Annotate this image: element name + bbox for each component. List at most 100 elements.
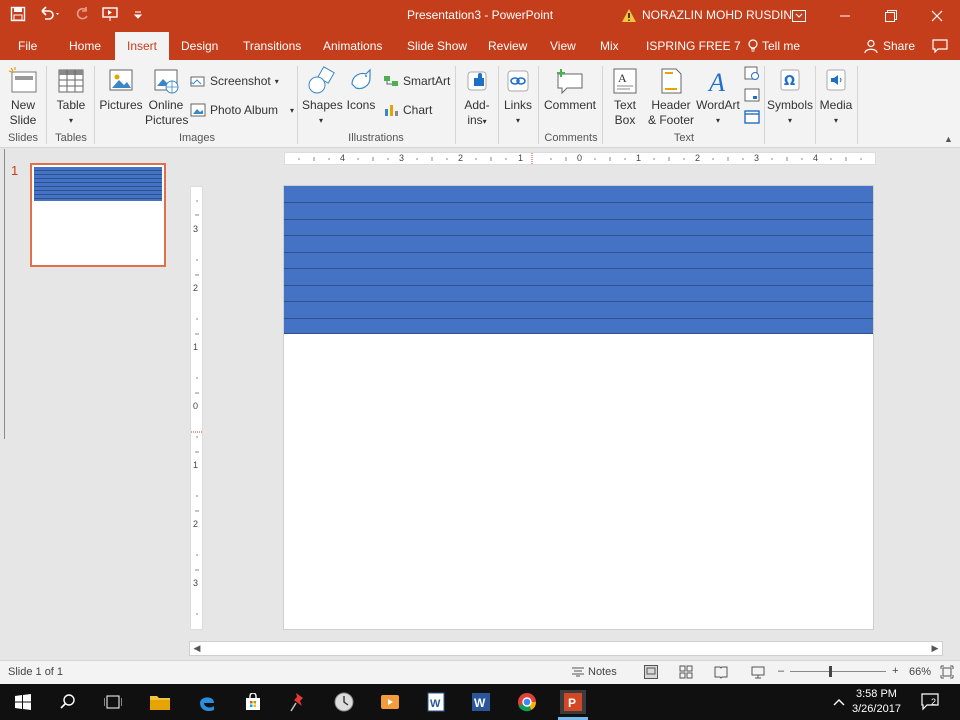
action-center-icon[interactable]: 2 — [918, 690, 944, 714]
media-button[interactable]: Media ▾ — [818, 66, 854, 128]
slide-thumbnail[interactable] — [30, 163, 166, 267]
date-time-button[interactable] — [743, 66, 761, 84]
shapes-button[interactable]: Shapes ▾ — [302, 66, 343, 128]
omega-icon: Ω — [780, 69, 800, 91]
slide-canvas[interactable] — [283, 185, 874, 630]
links-label: Links — [503, 98, 532, 112]
chrome-icon[interactable] — [514, 690, 540, 714]
table-row-divider — [284, 317, 873, 319]
shapes-label: Shapes — [302, 98, 343, 112]
status-bar: Slide 1 of 1 Notes – + 66% — [0, 660, 960, 684]
table-row-divider — [284, 251, 873, 253]
fit-to-window-icon[interactable] — [940, 665, 954, 679]
screenshot-button[interactable]: Screenshot ▾ — [190, 74, 279, 88]
screenshot-label: Screenshot — [210, 74, 271, 88]
ruler-label: 3 — [193, 578, 199, 588]
edge-browser-icon[interactable] — [194, 690, 220, 714]
lightbulb-icon — [748, 39, 758, 52]
zoom-slider[interactable]: – + — [778, 665, 899, 677]
chart-button[interactable]: Chart — [383, 103, 432, 117]
clock-date: 3/26/2017 — [852, 703, 901, 715]
comments-button[interactable] — [924, 32, 956, 60]
table-button[interactable]: Table ▾ — [52, 66, 90, 128]
store-icon[interactable] — [240, 690, 266, 714]
normal-view-icon[interactable] — [644, 665, 658, 679]
group-comments: Comments — [544, 132, 598, 144]
zoom-out-button[interactable]: – — [778, 665, 784, 677]
tab-home[interactable]: Home — [61, 32, 109, 60]
ribbon-display-icon[interactable] — [776, 0, 822, 32]
tab-insert[interactable]: Insert — [115, 32, 170, 60]
table-row-divider — [284, 268, 873, 270]
smartart-button[interactable]: SmartArt — [383, 74, 450, 88]
chart-label: Chart — [403, 103, 433, 117]
tell-me-box[interactable]: Tell me — [740, 32, 808, 60]
add-ins-icon — [467, 71, 487, 91]
windows-start-icon[interactable] — [10, 690, 36, 714]
minimize-icon[interactable] — [822, 0, 868, 32]
new-slide-button[interactable]: New Slide — [4, 66, 42, 128]
scroll-right-icon[interactable]: ▶ — [928, 642, 942, 655]
header-footer-button[interactable]: Header & Footer — [645, 66, 697, 128]
tab-view[interactable]: View — [542, 32, 584, 60]
task-view-icon[interactable] — [100, 690, 126, 714]
svg-text:P: P — [568, 696, 576, 710]
symbols-button[interactable]: Ω Symbols ▾ — [767, 66, 813, 128]
comment-button[interactable]: Comment — [542, 66, 598, 113]
close-icon[interactable] — [914, 0, 960, 32]
ribbon-tabs: File Home Insert Design Transitions Anim… — [0, 32, 960, 60]
notes-button[interactable]: Notes — [572, 666, 617, 678]
tab-transitions[interactable]: Transitions — [235, 32, 309, 60]
powerpoint-app-icon[interactable]: P — [560, 690, 586, 714]
slide-sorter-icon[interactable] — [679, 665, 693, 679]
word-document-icon[interactable]: W — [423, 690, 449, 714]
ruler-label: 3 — [754, 153, 760, 163]
icons-icon — [351, 68, 371, 90]
tab-animations[interactable]: Animations — [315, 32, 390, 60]
slide-table[interactable] — [284, 186, 873, 334]
collapse-ribbon-icon[interactable]: ▲ — [944, 134, 953, 144]
pictures-button[interactable]: Pictures — [99, 66, 143, 113]
file-explorer-icon[interactable] — [147, 690, 173, 714]
icons-button[interactable]: Icons — [343, 66, 379, 113]
add-ins-button[interactable]: Add- ins▾ — [459, 66, 495, 129]
restore-icon[interactable] — [868, 0, 914, 32]
ruler-label: 1 — [193, 342, 199, 352]
notification-count: 2 — [931, 697, 937, 707]
search-icon[interactable] — [55, 690, 81, 714]
tab-mix[interactable]: Mix — [592, 32, 627, 60]
wordart-button[interactable]: A WordArt ▾ — [695, 66, 741, 128]
tab-design[interactable]: Design — [173, 32, 226, 60]
word-app-icon[interactable]: W — [468, 690, 494, 714]
zoom-level[interactable]: 66% — [909, 666, 931, 678]
tab-slide-show[interactable]: Slide Show — [399, 32, 475, 60]
object-button[interactable] — [743, 110, 761, 128]
user-account[interactable]: NORAZLIN MOHD RUSDIN — [622, 8, 792, 22]
tab-ispring-free[interactable]: ISPRING FREE 7 — [638, 32, 749, 60]
slide-number-button[interactable] — [743, 88, 761, 106]
share-label: Share — [883, 39, 916, 53]
taskbar-clock[interactable]: 3:58 PM 3/26/2017 — [852, 687, 901, 717]
windows-taskbar: W W P 3:58 PM 3/26/2017 2 — [0, 684, 960, 720]
media-player-icon[interactable] — [377, 690, 403, 714]
svg-text:A: A — [618, 71, 627, 85]
warning-icon — [622, 8, 636, 22]
text-box-button[interactable]: A Text Box — [607, 66, 643, 128]
photo-album-button[interactable]: Photo Album ▾ — [190, 103, 294, 117]
online-pictures-button[interactable]: Online Pictures — [145, 66, 188, 128]
links-button[interactable]: Links ▾ — [501, 66, 535, 128]
show-hidden-icons-icon[interactable] — [826, 690, 852, 714]
scroll-left-icon[interactable]: ◀ — [190, 642, 204, 655]
reading-view-icon[interactable] — [714, 665, 728, 679]
tab-file[interactable]: File — [10, 32, 45, 60]
pin-app-icon[interactable] — [286, 690, 312, 714]
share-button[interactable]: Share — [856, 32, 923, 60]
tab-review[interactable]: Review — [480, 32, 535, 60]
user-name: NORAZLIN MOHD RUSDIN — [642, 8, 793, 22]
horizontal-scrollbar[interactable]: ◀ ▶ — [189, 641, 943, 656]
new-slide-icon — [8, 67, 37, 93]
clock-app-icon[interactable] — [331, 690, 357, 714]
pictures-label: Pictures — [99, 98, 143, 112]
zoom-in-button[interactable]: + — [892, 665, 898, 677]
slide-show-view-icon[interactable] — [751, 665, 765, 679]
